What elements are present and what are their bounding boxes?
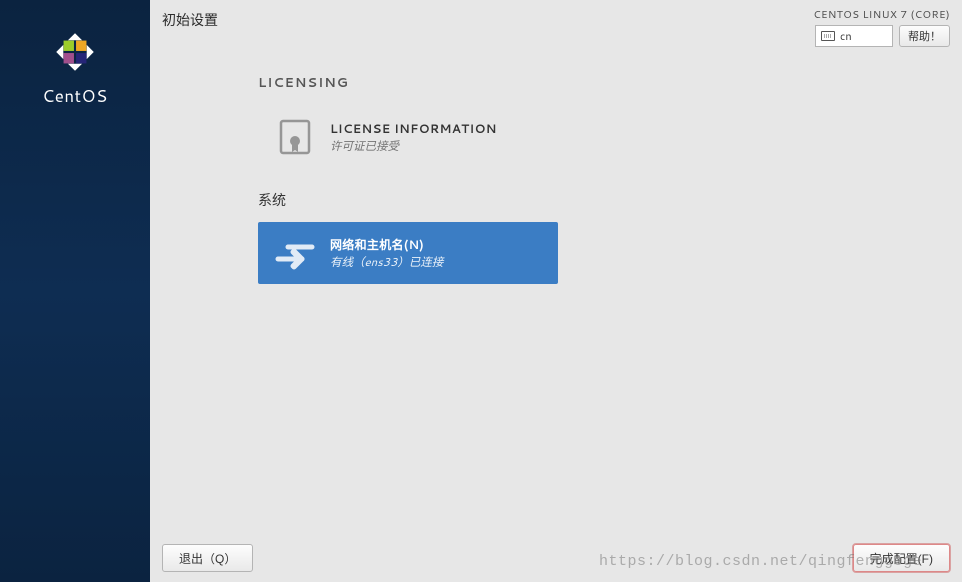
distro-label: CENTOS LINUX 7 (CORE) (813, 8, 950, 22)
brand-name: CentOS (42, 84, 108, 108)
section-title-licensing: LICENSING (258, 74, 782, 92)
finish-configuration-button[interactable]: 完成配置(F) (853, 544, 950, 572)
centos-logo-icon (49, 26, 101, 78)
main-panel: 初始设置 CENTOS LINUX 7 (CORE) cn 帮助！ LICENS… (150, 0, 962, 582)
quit-button[interactable]: 退出（Q） (162, 544, 253, 572)
footer: 退出（Q） 完成配置(F) (162, 544, 950, 572)
keyboard-icon (821, 31, 835, 41)
sidebar: CentOS (0, 0, 150, 582)
license-icon (274, 116, 316, 158)
help-button[interactable]: 帮助！ (899, 25, 950, 47)
spoke-title: 网络和主机名(N) (330, 236, 443, 253)
brand-logo: CentOS (42, 26, 108, 108)
header: 初始设置 CENTOS LINUX 7 (CORE) cn 帮助！ (162, 8, 950, 50)
keyboard-layout-code: cn (840, 28, 852, 44)
spoke-network-hostname[interactable]: 网络和主机名(N) 有线（ens33）已连接 (258, 222, 558, 284)
spoke-title: LICENSE INFORMATION (330, 120, 497, 137)
spoke-subtitle: 有线（ens33）已连接 (330, 253, 443, 270)
spoke-subtitle: 许可证已接受 (330, 137, 497, 154)
content-area: LICENSING LICENSE INFORMATION 许可证已接受 系统 (162, 50, 782, 284)
header-right: CENTOS LINUX 7 (CORE) cn 帮助！ (813, 8, 950, 47)
spoke-license-information[interactable]: LICENSE INFORMATION 许可证已接受 (258, 106, 558, 168)
network-icon (274, 232, 316, 274)
keyboard-layout-selector[interactable]: cn (815, 25, 893, 47)
section-title-system: 系统 (258, 190, 782, 210)
page-title: 初始设置 (162, 8, 218, 30)
